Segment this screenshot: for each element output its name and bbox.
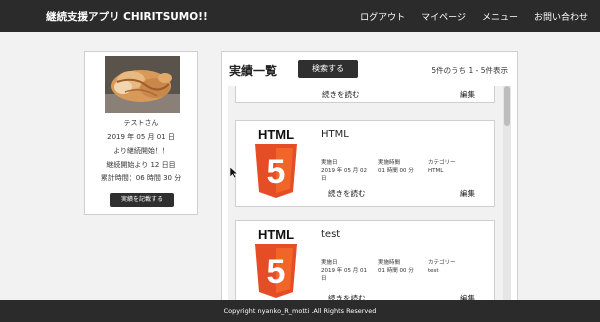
record-button[interactable]: 実績を記載する xyxy=(110,193,174,207)
mouse-cursor-icon xyxy=(230,167,238,178)
html5-logo-icon: HTML 5 xyxy=(255,127,297,198)
scrollbar[interactable] xyxy=(503,86,511,310)
scrollbar-thumb[interactable] xyxy=(504,86,510,126)
date-label: 実施日 xyxy=(321,160,338,166)
svg-text:HTML: HTML xyxy=(258,127,294,142)
profile-days: 継続開始より 12 日目 xyxy=(106,161,176,169)
record-card: HTML 5 test 実施日 実施時間 カテゴリー 2019 年 05 月 0… xyxy=(235,220,495,310)
search-button[interactable]: 検索する xyxy=(298,60,358,78)
record-category: HTML xyxy=(428,168,444,174)
profile-total-time: 累計時間：06 時間 30 分 xyxy=(100,174,182,182)
result-count: 5件のうち 1 - 5件表示 xyxy=(431,66,508,75)
nav-contact[interactable]: お問い合わせ xyxy=(534,10,588,23)
record-time: 01 時間 00 分 xyxy=(378,168,414,174)
record-category: test xyxy=(428,268,439,274)
records-title: 実績一覧 xyxy=(229,64,278,78)
svg-text:5: 5 xyxy=(267,253,286,291)
record-time: 01 時間 00 分 xyxy=(378,268,414,274)
profile-name: テストさん xyxy=(123,119,159,127)
date-label: 実施日 xyxy=(321,260,338,266)
nav-mypage[interactable]: マイページ xyxy=(421,10,466,23)
profile-card: テストさん 2019 年 05 月 01 日 より継続開始！！ 継続開始より 1… xyxy=(84,51,198,215)
record-date: 2019 年 05 月 01 日 xyxy=(321,268,367,282)
record-title: HTML xyxy=(321,129,349,140)
nav-links: ログアウト マイページ メニュー お問い合わせ xyxy=(360,10,588,23)
profile-start-note: より継続開始！！ xyxy=(113,147,169,155)
record-card: 続きを読む 編集 xyxy=(235,86,495,103)
records-panel: 実績一覧 検索する 5件のうち 1 - 5件表示 続きを読む 編集 HTML 5… xyxy=(221,51,518,311)
read-more-button[interactable]: 続きを読む xyxy=(322,89,360,100)
record-card: HTML 5 HTML 実施日 実施時間 カテゴリー 2019 年 05 月 0… xyxy=(235,120,495,207)
svg-text:HTML: HTML xyxy=(258,227,294,242)
top-navbar: 継続支援アプリ CHIRITSUMO!! ログアウト マイページ メニュー お問… xyxy=(0,0,600,32)
edit-button[interactable]: 編集 xyxy=(460,188,475,199)
svg-text:5: 5 xyxy=(267,153,286,191)
category-label: カテゴリー xyxy=(428,160,456,166)
footer: Copyright nyanko_R_motti .All Rights Res… xyxy=(0,300,600,322)
nav-menu[interactable]: メニュー xyxy=(482,10,518,23)
nav-logout[interactable]: ログアウト xyxy=(360,10,405,23)
records-scroll-area[interactable]: 続きを読む 編集 HTML 5 HTML 実施日 実施時間 カテゴリー 2019… xyxy=(228,86,511,310)
read-more-button[interactable]: 続きを読む xyxy=(328,188,366,199)
app-brand[interactable]: 継続支援アプリ CHIRITSUMO!! xyxy=(46,9,208,24)
avatar xyxy=(105,56,180,113)
category-label: カテゴリー xyxy=(428,260,456,266)
profile-start-date: 2019 年 05 月 01 日 xyxy=(107,133,175,141)
html5-logo-icon: HTML 5 xyxy=(255,227,297,298)
record-title: test xyxy=(321,229,341,240)
record-date: 2019 年 05 月 02 日 xyxy=(321,168,367,182)
edit-button[interactable]: 編集 xyxy=(460,89,475,100)
time-label: 実施時間 xyxy=(378,160,401,166)
time-label: 実施時間 xyxy=(378,260,401,266)
